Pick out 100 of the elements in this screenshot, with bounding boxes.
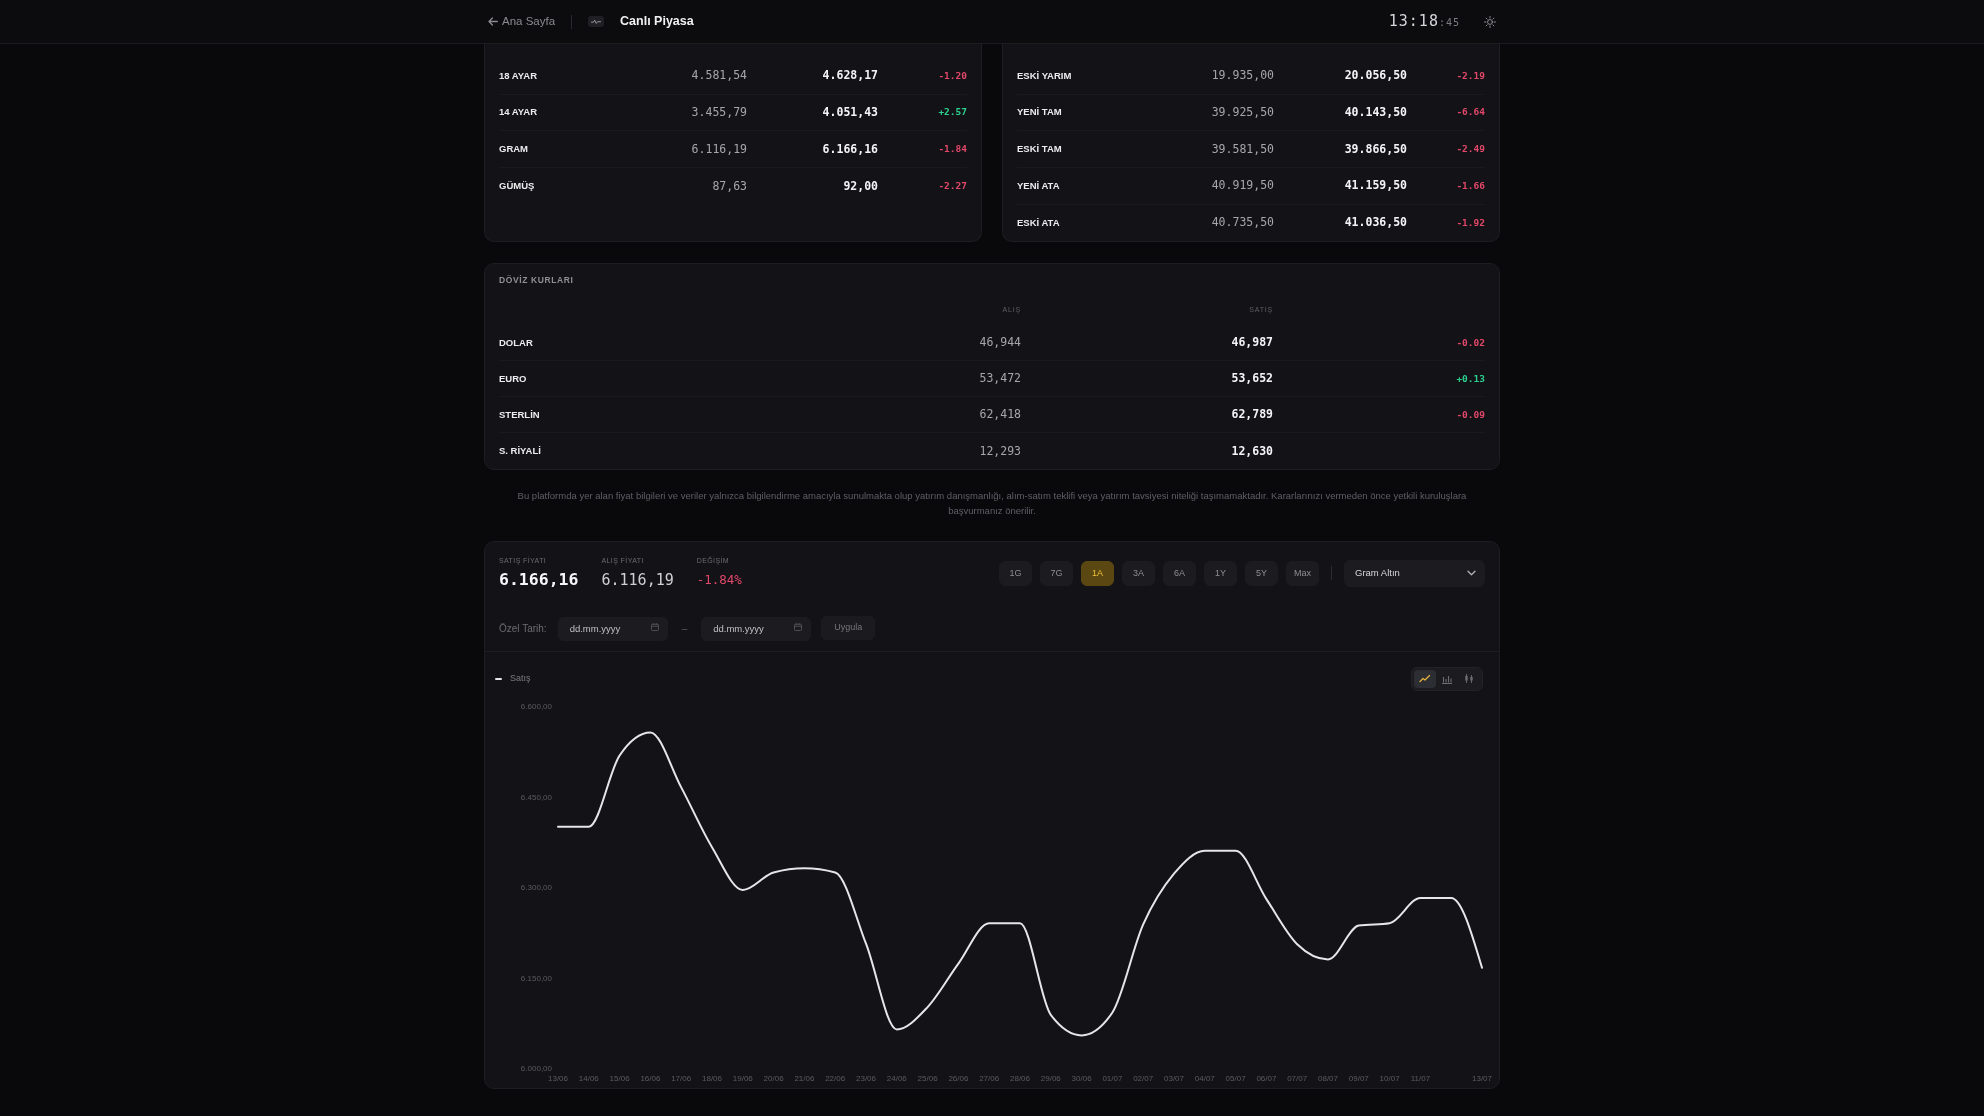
disclaimer-text: Bu platformda yer alan fiyat bilgileri ve veriler yalnızca bilgilendirme amacıyla sunulmakta olup yatırım danışmanlığı, alım-satım teklifi veya yatırım tavsiyesi niteliği taşımamaktadır. Kararlarınızı vermeden önce yetkili kuruluşlara başvurmanız önerilir. (516, 489, 1468, 519)
period-button[interactable]: 1Y (1204, 560, 1237, 586)
period-button[interactable]: 1A (1081, 560, 1114, 586)
sell-price: 6.166,16 (821, 140, 878, 158)
arrow-left-icon (488, 17, 498, 26)
period-button[interactable]: 6A (1163, 560, 1196, 586)
y-axis-label: 6.000,00 (520, 1063, 552, 1073)
x-axis-label: 11/07 (1410, 1073, 1431, 1083)
line-chart-icon (1419, 673, 1431, 685)
sell-price: 41.159,50 (1343, 177, 1407, 195)
instrument-name: ESKİ YARIM (1017, 68, 1073, 83)
clock: 13:18:45 (1388, 11, 1460, 33)
x-axis-label: 06/07 (1256, 1073, 1277, 1083)
x-axis-label: 17/06 (671, 1073, 692, 1083)
change-value: -0.09 (1455, 407, 1485, 422)
x-axis-label: 18/06 (702, 1073, 722, 1083)
y-axis-label: 6.450,00 (520, 792, 552, 802)
instrument-name: GÜMÜŞ (499, 179, 536, 194)
x-axis-label: 22/06 (825, 1073, 846, 1083)
instrument-name: EURO (499, 371, 528, 386)
change-value: +2.57 (937, 105, 967, 120)
x-axis-label: 15/06 (609, 1073, 630, 1083)
instrument-name: DOLAR (499, 335, 534, 350)
instrument-name: GRAM (499, 142, 530, 157)
change-value: -1.92 (1455, 215, 1485, 230)
sell-price: 4.051,43 (821, 103, 878, 121)
buy-price: 46,944 (978, 334, 1021, 352)
sell-price: 53,652 (1230, 370, 1273, 388)
x-axis-label: 14/06 (578, 1073, 599, 1083)
period-button[interactable]: 7G (1040, 560, 1073, 586)
date-field[interactable]: dd.mm.yyyy (701, 616, 812, 641)
buy-price: 40.919,50 (1210, 177, 1274, 195)
calendar-icon (794, 623, 803, 632)
range-separator: – (681, 621, 688, 636)
buy-price: 12,293 (978, 442, 1021, 460)
x-axis-label: 02/07 (1133, 1073, 1154, 1083)
buy-price: 4.581,54 (690, 67, 747, 85)
x-axis-label: 10/07 (1379, 1073, 1400, 1083)
change-value: -2.27 (937, 179, 967, 194)
change-value: -1.66 (1455, 178, 1485, 193)
x-axis-label: 28/06 (1010, 1073, 1030, 1083)
sell-price: 12,630 (1230, 442, 1273, 460)
x-axis-label: 13/06 (548, 1073, 568, 1083)
instrument-name: 18 AYAR (499, 68, 539, 83)
x-axis-label: 24/06 (886, 1073, 907, 1083)
buy-price: 3.455,79 (690, 103, 747, 121)
card-title: DÖVİZ KURLARI (499, 274, 575, 287)
chevron-down-icon (1467, 570, 1476, 577)
instrument-name: YENİ ATA (1017, 178, 1061, 193)
y-axis-label: 6.150,00 (520, 973, 552, 983)
x-axis-label: 23/06 (856, 1073, 876, 1083)
instrument-name: S. RİYALİ (499, 444, 542, 459)
buy-price: 19.935,00 (1210, 67, 1274, 85)
back-link[interactable]: Ana Sayfa (488, 12, 556, 31)
period-button[interactable]: 5Y (1245, 560, 1278, 586)
instrument-name: ESKİ TAM (1017, 142, 1063, 157)
y-axis-label: 6.600,00 (520, 701, 552, 711)
sun-icon[interactable] (1484, 15, 1496, 28)
sell-price: 40.143,50 (1343, 103, 1407, 121)
x-axis-label: 21/06 (794, 1073, 815, 1083)
change-value: -2.49 (1455, 142, 1485, 157)
change-value: +0.13 (1455, 371, 1485, 386)
calendar-icon (650, 623, 659, 632)
x-axis-label: 20/06 (763, 1073, 784, 1083)
sell-price: 62,789 (1230, 406, 1273, 424)
period-button[interactable]: 3A (1122, 560, 1155, 586)
period-button[interactable]: 1G (999, 560, 1032, 586)
x-axis-label: 29/06 (1040, 1073, 1061, 1083)
instrument-name: ESKİ ATA (1017, 215, 1061, 230)
sell-price: 41.036,50 (1343, 214, 1407, 232)
period-button[interactable]: Max (1286, 560, 1319, 586)
x-axis-label: 27/06 (979, 1073, 1000, 1083)
stat-value: -1.84% (696, 571, 742, 590)
instrument-select[interactable]: Gram Altın (1344, 559, 1485, 587)
stat-value: 6.116,19 (601, 570, 674, 591)
chart-type-button[interactable] (1414, 669, 1436, 688)
x-axis-label: 25/06 (917, 1073, 938, 1083)
sell-price: 46,987 (1230, 334, 1273, 352)
x-axis-label: 01/07 (1102, 1073, 1123, 1083)
x-axis-label: 05/07 (1225, 1073, 1246, 1083)
sell-price: 20.056,50 (1343, 67, 1407, 85)
instrument-name: YENİ TAM (1017, 105, 1063, 120)
wave-tile-icon (588, 16, 605, 27)
x-axis-label: 26/06 (948, 1073, 969, 1083)
buy-price: 53,472 (978, 370, 1021, 388)
sell-price: 39.866,50 (1343, 140, 1407, 158)
buy-price: 39.581,50 (1210, 140, 1274, 158)
sell-price: 4.628,17 (821, 67, 878, 85)
change-value: -2.19 (1455, 68, 1485, 83)
field-label: Özel Tarih: (499, 621, 547, 636)
change-value: -1.84 (937, 142, 967, 157)
bar-chart-icon (1441, 673, 1453, 685)
x-axis-label: 09/07 (1348, 1073, 1369, 1083)
date-field[interactable]: dd.mm.yyyy (557, 616, 668, 641)
change-value: -1.20 (937, 68, 967, 83)
change-value: -6.64 (1455, 105, 1485, 120)
buy-price: 40.735,50 (1210, 214, 1274, 232)
legend-label: Satış (510, 672, 531, 686)
sell-price: 92,00 (842, 177, 878, 195)
buy-price: 87,63 (711, 177, 747, 195)
